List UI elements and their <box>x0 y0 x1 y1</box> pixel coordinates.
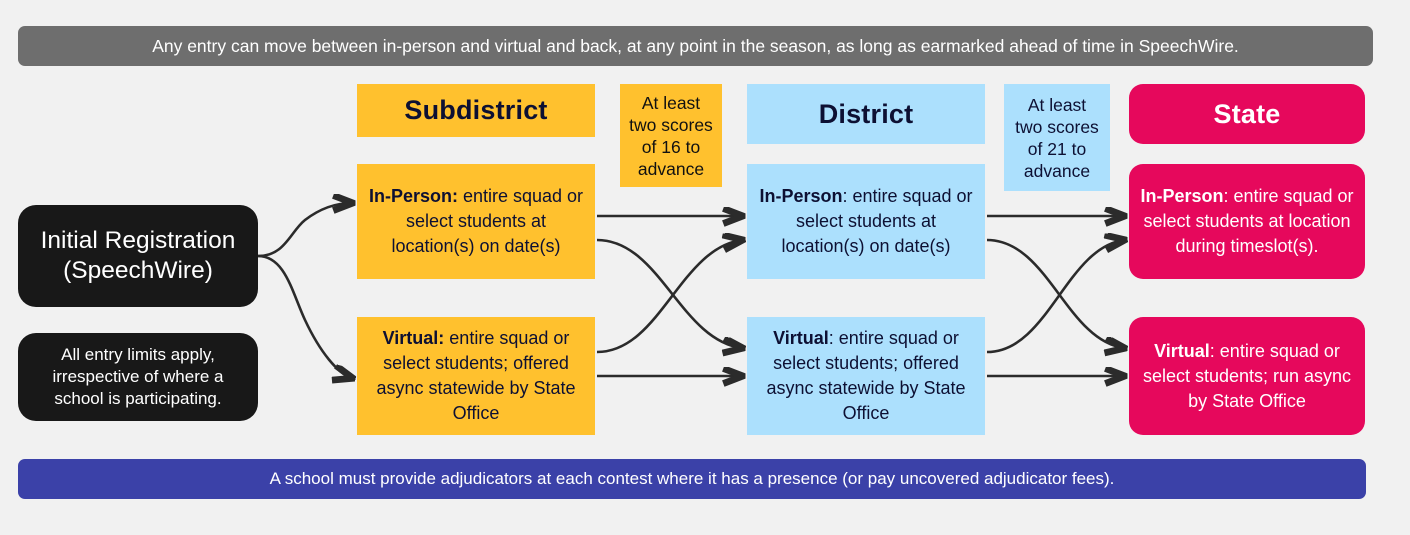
flowchart-diagram: Any entry can move between in-person and… <box>0 0 1410 535</box>
top-policy-banner: Any entry can move between in-person and… <box>18 26 1373 66</box>
district-virtual-node: Virtual: entire squad or select students… <box>747 317 985 435</box>
subdistrict-in-person-node: In-Person: entire squad or select studen… <box>357 164 595 279</box>
column-header-subdistrict: Subdistrict <box>357 84 595 137</box>
district-virtual-label: Virtual <box>773 328 829 348</box>
subdistrict-virtual-node: Virtual: entire squad or select students… <box>357 317 595 435</box>
arrow-registration-split <box>257 203 352 378</box>
state-in-person-label: In-Person <box>1140 186 1224 206</box>
arrow-sub-virtual-to-dist-inperson <box>596 240 742 354</box>
state-in-person-node: In-Person: entire squad or select studen… <box>1129 164 1365 279</box>
district-in-person-node: In-Person: entire squad or select studen… <box>747 164 985 279</box>
subdistrict-in-person-label: In-Person: <box>368 186 458 206</box>
subdistrict-virtual-label: Virtual: <box>382 328 445 348</box>
arrow-dist-virtual-to-state-inperson <box>986 240 1124 354</box>
arrow-sub-inperson-to-dist-virtual <box>596 238 742 348</box>
initial-registration-node: Initial Registration (SpeechWire) <box>18 205 258 307</box>
advance-gate-subdistrict-to-district: At least two scores of 16 to advance <box>620 84 722 187</box>
state-virtual-label: Virtual <box>1154 340 1210 361</box>
arrow-dist-inperson-to-state-virtual <box>986 238 1124 348</box>
state-virtual-node: Virtual: entire squad or select students… <box>1129 317 1365 435</box>
column-header-state: State <box>1129 84 1365 144</box>
column-header-district: District <box>747 84 985 144</box>
district-in-person-label: In-Person <box>759 186 843 206</box>
entry-limits-note: All entry limits apply, irrespective of … <box>18 333 258 421</box>
bottom-policy-banner: A school must provide adjudicators at ea… <box>18 459 1366 499</box>
advance-gate-district-to-state: At least two scores of 21 to advance <box>1004 84 1110 191</box>
